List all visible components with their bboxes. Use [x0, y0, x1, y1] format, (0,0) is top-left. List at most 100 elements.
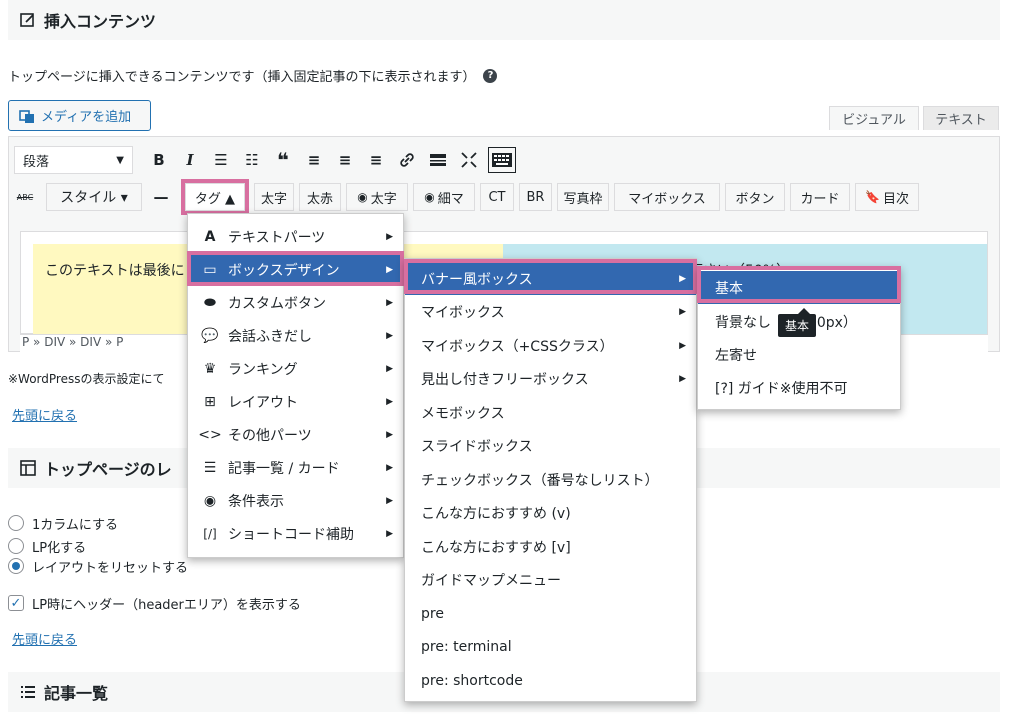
chevron-right-icon: ▶: [679, 306, 686, 317]
caret-down-icon: ▼: [116, 154, 124, 166]
numbered-list-button[interactable]: ☷: [240, 148, 264, 172]
radio-button[interactable]: [8, 515, 24, 531]
chevron-right-icon: ▶: [386, 330, 393, 341]
blockquote-button[interactable]: ❝: [271, 148, 295, 172]
align-right-button[interactable]: ≡: [364, 148, 388, 172]
menu-item-my-box-css[interactable]: マイボックス（+CSSクラス） ▶: [405, 329, 696, 362]
tag-dropdown[interactable]: タグ ▲: [181, 179, 249, 215]
chevron-right-icon: ▶: [386, 396, 393, 407]
chevron-right-icon: ▶: [386, 363, 393, 374]
bookmark-icon: 🔖: [865, 190, 880, 204]
bullet-list-button[interactable]: ☰: [209, 148, 233, 172]
menu-item-article-list[interactable]: ☰ 記事一覧 / カード ▶: [188, 451, 403, 484]
qt-user-thin-button[interactable]: ◉ 細マ: [413, 183, 475, 211]
section-title: 記事一覧: [44, 684, 109, 703]
menu-item-guide[interactable]: [?] ガイド※使用不可: [698, 371, 900, 404]
qt-photo-frame-button[interactable]: 写真枠: [557, 183, 609, 211]
menu-item-speech-bubble[interactable]: 💬 会話ふきだし ▶: [188, 319, 403, 352]
style-dropdown[interactable]: スタイル ▾: [46, 183, 142, 211]
section-title: 挿入コンテンツ: [44, 12, 157, 31]
back-to-top-link[interactable]: 先頭に戻る: [12, 405, 77, 424]
radio-button[interactable]: [8, 558, 24, 574]
highlight-box-design: [187, 251, 404, 286]
radio-button[interactable]: [8, 538, 24, 554]
link-icon: [400, 153, 414, 167]
grid-icon: ⊞: [204, 393, 216, 410]
back-to-top-link-2[interactable]: 先頭に戻る: [12, 629, 77, 648]
read-more-icon: [430, 154, 446, 166]
chat-icon: 💬: [201, 327, 219, 344]
section-title: トップページのレ: [44, 460, 172, 479]
chevron-right-icon: ▶: [386, 462, 393, 473]
chevron-right-icon: ▶: [386, 429, 393, 440]
toggle-icon: ⬬: [204, 294, 216, 311]
format-select[interactable]: 段落 ▼: [14, 146, 133, 174]
chevron-right-icon: ▶: [386, 297, 393, 308]
tab-text[interactable]: テキスト: [923, 106, 999, 130]
qt-ct-button[interactable]: CT: [480, 183, 514, 211]
menu-item-slide-box[interactable]: スライドボックス: [405, 429, 696, 462]
menu-item-conditional[interactable]: ◉ 条件表示 ▶: [188, 484, 403, 517]
list-icon: [20, 683, 38, 701]
settings-note: ※WordPressの表示設定にて: [8, 372, 165, 386]
menu-item-recommend-v-bracket[interactable]: こんな方におすすめ [v]: [405, 530, 696, 563]
edit-icon: [20, 11, 38, 29]
add-media-button[interactable]: メディアを追加: [8, 100, 151, 131]
strikethrough-button[interactable]: ABC: [14, 185, 36, 209]
tooltip: 基本: [778, 308, 817, 337]
toolbar-toggle-button[interactable]: [488, 147, 516, 173]
radio-lp[interactable]: LP化する: [8, 537, 86, 556]
menu-item-custom-button[interactable]: ⬬ カスタムボタン ▶: [188, 286, 403, 319]
checkbox-show-header[interactable]: ✓ LP時にヘッダー（headerエリア）を表示する: [8, 594, 301, 613]
fullscreen-icon: [461, 152, 477, 168]
bold-button[interactable]: B: [147, 148, 171, 172]
media-icon: [19, 108, 35, 124]
section-header-insert-content: 挿入コンテンツ: [8, 0, 1000, 40]
qt-my-box-button[interactable]: マイボックス: [614, 183, 720, 211]
menu-item-ranking[interactable]: ♛ ランキング ▶: [188, 352, 403, 385]
toolbar-row-2: ABC スタイル ▾ — タグ ▲ 太字 太赤 ◉ 太字 ◉ 細マ CT BR 写真…: [14, 179, 924, 215]
qt-bold-red-button[interactable]: 太赤: [299, 183, 341, 211]
qt-br-button[interactable]: BR: [519, 183, 552, 211]
chevron-right-icon: ▶: [386, 231, 393, 242]
menu-item-pre-terminal[interactable]: pre: terminal: [405, 630, 696, 663]
chevron-right-icon: ▶: [386, 495, 393, 506]
menu-item-memo-box[interactable]: メモボックス: [405, 396, 696, 429]
menu-item-pre-shortcode[interactable]: pre: shortcode: [405, 664, 696, 697]
tab-visual[interactable]: ビジュアル: [829, 106, 919, 130]
menu-item-check-box[interactable]: チェックボックス（番号なしリスト）: [405, 463, 696, 496]
highlight-banner-box: [404, 259, 697, 294]
menu-item-my-box[interactable]: マイボックス ▶: [405, 295, 696, 328]
user-icon: ◉: [424, 190, 435, 204]
menu-item-other-parts[interactable]: <> その他パーツ ▶: [188, 418, 403, 451]
align-center-button[interactable]: ≡: [333, 148, 357, 172]
menu-item-guide-map[interactable]: ガイドマップメニュー: [405, 563, 696, 596]
chevron-right-icon: ▶: [679, 373, 686, 384]
chevron-right-icon: ▶: [679, 340, 686, 351]
horizontal-rule-button[interactable]: —: [149, 185, 173, 209]
checkmark-icon[interactable]: ✓: [8, 595, 24, 611]
menu-item-pre[interactable]: pre: [405, 597, 696, 630]
crown-icon: ♛: [203, 360, 217, 377]
qt-bold-button[interactable]: 太字: [254, 183, 294, 211]
menu-item-layout[interactable]: ⊞ レイアウト ▶: [188, 385, 403, 418]
fullscreen-button[interactable]: [457, 148, 481, 172]
qt-user-bold-button[interactable]: ◉ 太字: [346, 183, 408, 211]
align-left-button[interactable]: ≡: [302, 148, 326, 172]
menu-item-align-left[interactable]: 左寄せ: [698, 338, 900, 371]
menu-item-text-parts[interactable]: A テキストパーツ ▶: [188, 220, 403, 253]
qt-card-button[interactable]: カード: [790, 183, 850, 211]
radio-reset-layout[interactable]: レイアウトをリセットする: [8, 557, 188, 576]
italic-button[interactable]: I: [178, 148, 202, 172]
menu-item-heading-box[interactable]: 見出し付きフリーボックス ▶: [405, 362, 696, 395]
help-icon[interactable]: ?: [483, 68, 498, 83]
menu-item-shortcode[interactable]: [/] ショートコード補助 ▶: [188, 517, 403, 550]
qt-button-button[interactable]: ボタン: [725, 183, 785, 211]
toolbar-row-1: 段落 ▼ B I ☰ ☷ ❝ ≡ ≡ ≡: [14, 146, 516, 174]
radio-one-column[interactable]: 1カラムにする: [8, 514, 118, 533]
link-button[interactable]: [395, 148, 419, 172]
qt-toc-button[interactable]: 🔖 目次: [855, 183, 919, 211]
menu-item-recommend-v[interactable]: こんな方におすすめ (v): [405, 496, 696, 529]
user-icon: ◉: [357, 190, 368, 204]
read-more-button[interactable]: [426, 148, 450, 172]
